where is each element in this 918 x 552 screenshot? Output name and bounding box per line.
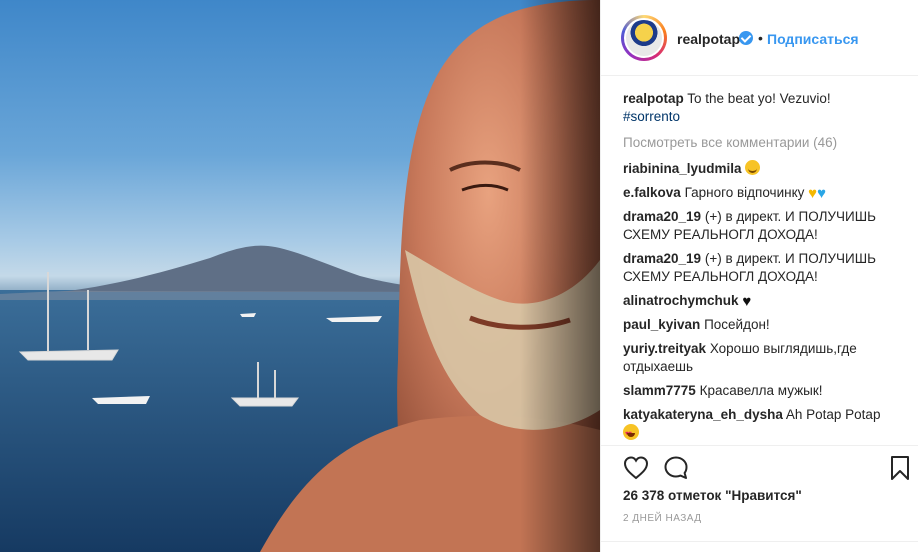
- comment-username[interactable]: alinatrochymchuk: [623, 293, 739, 308]
- post-side-panel: realpotap • Подписаться realpotap To the…: [600, 0, 918, 552]
- comment-username[interactable]: drama20_19: [623, 251, 701, 266]
- follow-button[interactable]: Подписаться: [767, 31, 859, 47]
- bookmark-icon[interactable]: [888, 454, 912, 482]
- post-header: realpotap • Подписаться: [601, 0, 918, 76]
- comment-username[interactable]: yuriy.treityak: [623, 341, 706, 356]
- likes-count[interactable]: 26 378 отметок "Нравится": [623, 488, 802, 503]
- comment-username[interactable]: drama20_19: [623, 209, 701, 224]
- caption-text: To the beat yo! Vezuvio!: [687, 91, 831, 106]
- comment-text-cont: СХЕМУ РЕАЛЬНОГЛ ДОХОДА!: [623, 227, 818, 242]
- photo-scene: [0, 0, 600, 552]
- view-all-comments-link[interactable]: Посмотреть все комментарии (46): [623, 134, 907, 152]
- instagram-post: realpotap • Подписаться realpotap To the…: [0, 0, 918, 552]
- comment-username[interactable]: e.falkova: [623, 185, 681, 200]
- comment-text: (+) в директ. И ПОЛУЧИШЬ: [704, 251, 876, 266]
- yellow-heart-icon: ♥: [808, 185, 818, 202]
- comment-text: (+) в директ. И ПОЛУЧИШЬ: [704, 209, 876, 224]
- post-actions: 26 378 отметок "Нравится" 2 ДНЕЙ НАЗАД: [601, 445, 918, 550]
- hashtag-link[interactable]: #sorrento: [623, 109, 680, 124]
- heart-eyes-emoji-icon: [623, 424, 639, 443]
- avatar-story-ring[interactable]: [621, 15, 667, 61]
- comment-item: drama20_19 (+) в директ. И ПОЛУЧИШЬ СХЕМ…: [623, 208, 907, 244]
- caption: realpotap To the beat yo! Vezuvio!: [623, 90, 907, 108]
- comment-text: Хорошо выглядишь,где: [709, 341, 857, 356]
- comment-item: katyakateryna_eh_dysha Ah Potap Potap: [623, 406, 907, 443]
- blue-heart-icon: ♥: [817, 185, 826, 202]
- comment-text: Красавелла мужык!: [699, 383, 823, 398]
- post-timestamp[interactable]: 2 ДНЕЙ НАЗАД: [623, 513, 702, 524]
- comment-item: paul_kyivan Посейдон!: [623, 316, 907, 334]
- post-photo[interactable]: [0, 0, 600, 552]
- comment-username[interactable]: riabinina_lyudmila: [623, 161, 742, 176]
- black-heart-icon: ♥: [742, 293, 752, 310]
- comment-username[interactable]: slamm7775: [623, 383, 696, 398]
- caption-hashtag-line: #sorrento: [623, 108, 907, 126]
- comment-text: Гарного відпочинку: [684, 185, 805, 200]
- comment-item: e.falkova Гарного відпочинку ♥♥: [623, 184, 907, 202]
- comment-username[interactable]: paul_kyivan: [623, 317, 700, 332]
- comment-item: riabinina_lyudmila: [623, 160, 907, 178]
- header-username[interactable]: realpotap: [677, 31, 740, 47]
- avatar[interactable]: [624, 18, 664, 58]
- header-separator: •: [758, 30, 763, 46]
- comment-item: slamm7775 Красавелла мужык!: [623, 382, 907, 400]
- speech-bubble-icon[interactable]: [662, 454, 690, 482]
- view-all-label: Посмотреть все комментарии (46): [623, 135, 838, 150]
- comment-text-cont: СХЕМУ РЕАЛЬНОГЛ ДОХОДА!: [623, 269, 818, 284]
- comment-text-cont: отдыхаешь: [623, 359, 694, 374]
- comment-item: drama20_19 (+) в директ. И ПОЛУЧИШЬ СХЕМ…: [623, 250, 907, 286]
- comment-text: Посейдон!: [704, 317, 770, 332]
- add-comment-area[interactable]: [601, 541, 918, 552]
- comment-username[interactable]: katyakateryna_eh_dysha: [623, 407, 783, 422]
- comment-item: yuriy.treityak Хорошо выглядишь,где отды…: [623, 340, 907, 376]
- comment-text: Ah Potap Potap: [785, 407, 881, 422]
- comment-item: alinatrochymchuk ♥: [623, 292, 907, 310]
- verified-badge-icon: [739, 31, 753, 45]
- caption-username[interactable]: realpotap: [623, 91, 684, 106]
- smiling-face-emoji-icon: [745, 160, 761, 175]
- heart-outline-icon[interactable]: [622, 454, 650, 482]
